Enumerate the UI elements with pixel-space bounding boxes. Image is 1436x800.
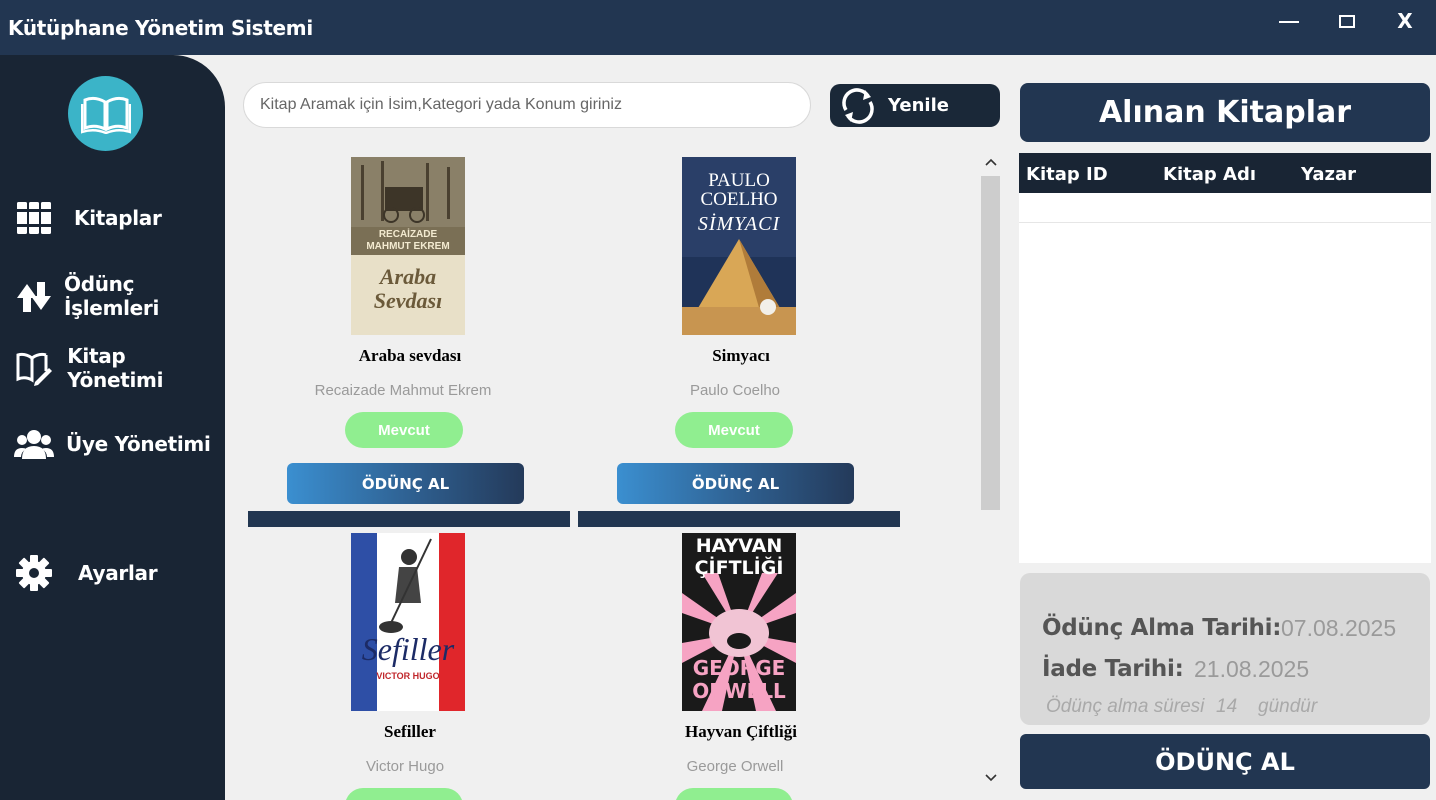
book-author: Recaizade Mahmut Ekrem xyxy=(314,382,492,399)
book-card: HAYVAN ÇİFTLİĞİ GEORGE ORWELL Hayvan Çif… xyxy=(573,526,903,800)
cover-text: GEORGE xyxy=(692,656,786,680)
book-author: Paulo Coelho xyxy=(689,382,781,399)
status-badge: Mevcut xyxy=(675,788,793,800)
gear-icon xyxy=(13,552,55,594)
borrowed-books-title: Alınan Kitaplar xyxy=(1020,83,1430,142)
book-card: RECAİZADE MAHMUT EKREM Araba Sevdası Ara… xyxy=(243,150,573,530)
return-date-value: 21.08.2025 xyxy=(1194,656,1310,682)
book-author: Victor Hugo xyxy=(365,758,445,775)
sidebar-item-kitap-yonetimi[interactable]: Kitap Yönetimi xyxy=(0,342,225,394)
sidebar-item-label: Ödünç İşlemleri xyxy=(64,272,160,320)
table-header: Kitap ID Kitap Adı Yazar xyxy=(1019,153,1431,193)
sidebar-item-label: Kitaplar xyxy=(74,206,162,230)
cover-text: COELHO xyxy=(700,189,778,210)
status-badge: Mevcut xyxy=(345,412,463,448)
book-cover: Sefiller VICTOR HUGO xyxy=(351,533,465,711)
card-divider xyxy=(578,511,900,527)
swap-arrows-icon xyxy=(13,275,53,317)
cover-text: SİMYACI xyxy=(697,213,781,235)
book-cover: PAULO COELHO SİMYACI xyxy=(682,157,796,335)
borrow-main-button[interactable]: ÖDÜNÇ AL xyxy=(1020,734,1430,789)
sidebar-item-kitaplar[interactable]: Kitaplar xyxy=(0,192,225,244)
cover-text: VICTOR HUGO xyxy=(376,671,440,681)
book-title: Araba sevdası xyxy=(358,346,462,365)
cover-text: HAYVAN xyxy=(695,535,783,557)
book-card: PAULO COELHO SİMYACI Simyacı Paulo Coelh… xyxy=(573,150,903,530)
book-card: Sefiller VICTOR HUGO Sefiller Victor Hug… xyxy=(243,526,573,800)
open-book-icon xyxy=(80,96,131,134)
table-row[interactable] xyxy=(1019,193,1431,223)
card-divider xyxy=(248,511,570,527)
refresh-label: Yenile xyxy=(888,95,949,116)
search-input[interactable] xyxy=(243,82,811,128)
column-header[interactable]: Kitap ID xyxy=(1026,164,1108,185)
borrowed-books-table[interactable]: Kitap ID Kitap Adı Yazar xyxy=(1019,153,1431,563)
minimize-button[interactable] xyxy=(1264,0,1314,42)
books-icon xyxy=(13,197,55,239)
scroll-up-icon[interactable] xyxy=(980,150,1002,174)
duration-suffix: gündür xyxy=(1258,696,1318,717)
cover-text: Sevdası xyxy=(373,288,443,313)
users-icon xyxy=(13,423,55,465)
window-title: Kütüphane Yönetim Sistemi xyxy=(8,16,313,40)
minimize-icon xyxy=(1279,21,1299,23)
return-date-label: İade Tarihi: xyxy=(1042,656,1184,682)
cover-text: Sefiller xyxy=(361,631,455,667)
duration-prefix: Ödünç alma süresi xyxy=(1046,696,1205,717)
book-cover: HAYVAN ÇİFTLİĞİ GEORGE ORWELL xyxy=(682,533,796,711)
cover-text: RECAİZADE xyxy=(378,229,438,240)
borrow-date-value: 07.08.2025 xyxy=(1281,615,1397,641)
sidebar-item-uye-yonetimi[interactable]: Üye Yönetimi xyxy=(0,418,225,470)
close-button[interactable]: X xyxy=(1380,0,1430,42)
book-title: Hayvan Çiftliği xyxy=(685,722,797,741)
refresh-button[interactable]: Yenile xyxy=(830,84,1000,127)
scroll-thumb[interactable] xyxy=(981,176,1000,510)
maximize-button[interactable] xyxy=(1322,0,1372,42)
scroll-down-icon[interactable] xyxy=(980,766,1002,790)
cover-text: Araba xyxy=(379,264,437,289)
borrow-button[interactable]: ÖDÜNÇ AL xyxy=(287,463,524,504)
book-grid: RECAİZADE MAHMUT EKREM Araba Sevdası Ara… xyxy=(243,150,978,800)
duration-days: 14 xyxy=(1216,696,1238,717)
status-badge: Mevcut xyxy=(345,788,463,800)
borrow-dates-panel: Ödünç Alma Tarihi: 07.08.2025 İade Tarih… xyxy=(1020,573,1430,725)
cover-text: ORWELL xyxy=(692,679,786,703)
borrow-button[interactable]: ÖDÜNÇ AL xyxy=(617,463,854,504)
vertical-scrollbar[interactable] xyxy=(980,150,1002,790)
book-author: George Orwell xyxy=(686,758,784,775)
book-title: Simyacı xyxy=(712,346,770,365)
book-title: Sefiller xyxy=(384,722,436,741)
title-bar: Kütüphane Yönetim Sistemi X xyxy=(0,0,1436,55)
sidebar-item-label: Ayarlar xyxy=(78,561,158,585)
app-logo xyxy=(68,76,143,151)
sidebar-item-odunc-islemleri[interactable]: Ödünç İşlemleri xyxy=(0,270,225,322)
book-cover: RECAİZADE MAHMUT EKREM Araba Sevdası xyxy=(351,157,465,335)
sidebar-item-label: Üye Yönetimi xyxy=(66,432,211,456)
borrow-date-label: Ödünç Alma Tarihi: xyxy=(1042,615,1282,641)
book-edit-icon xyxy=(13,347,54,389)
status-badge: Mevcut xyxy=(675,412,793,448)
sidebar-item-label: Kitap Yönetimi xyxy=(67,344,164,392)
cover-text: ÇİFTLİĞİ xyxy=(694,557,784,579)
refresh-icon xyxy=(838,86,878,126)
column-header[interactable]: Yazar xyxy=(1301,164,1356,185)
sidebar-item-ayarlar[interactable]: Ayarlar xyxy=(0,547,225,599)
cover-text: PAULO xyxy=(708,170,770,191)
maximize-icon xyxy=(1339,14,1355,28)
sidebar: Kitaplar Ödünç İşlemleri Kitap Yönetimi xyxy=(0,55,225,800)
column-header[interactable]: Kitap Adı xyxy=(1163,164,1256,185)
cover-text: MAHMUT EKREM xyxy=(366,241,450,252)
